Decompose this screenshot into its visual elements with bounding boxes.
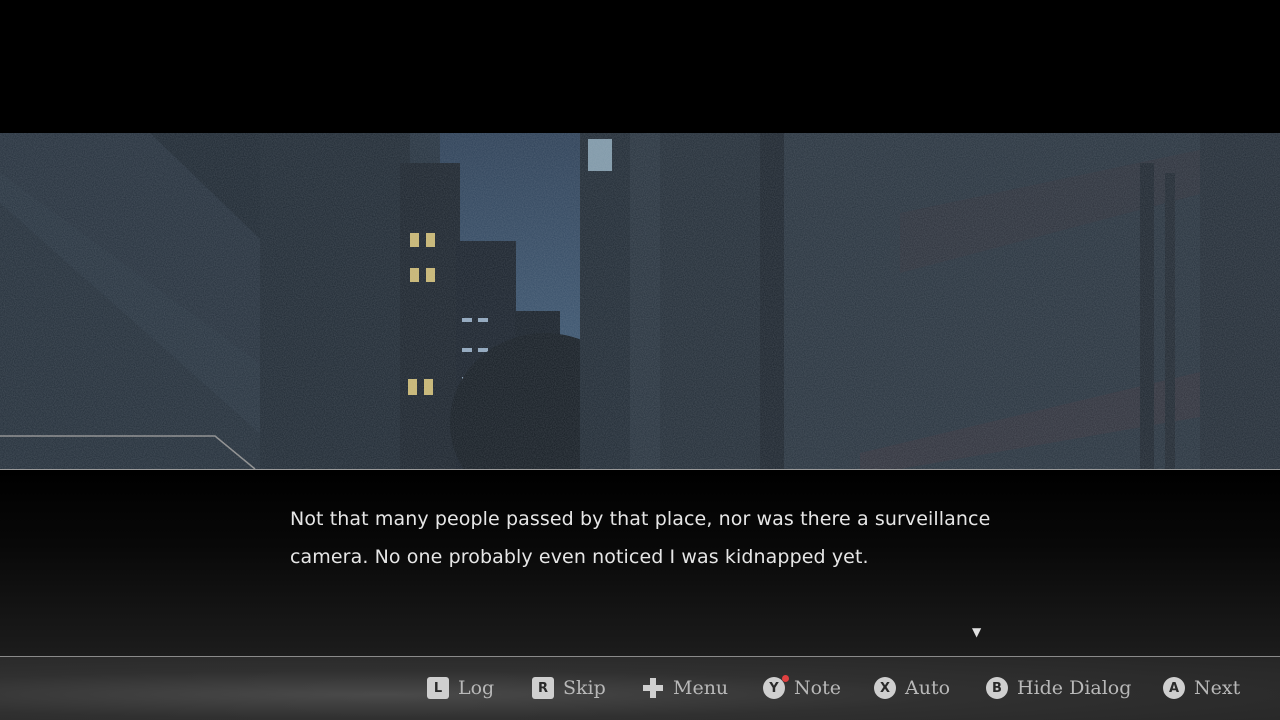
background-scene-city-night <box>0 133 1280 469</box>
b-button-icon: B <box>986 677 1008 699</box>
letterbox-top <box>0 0 1280 133</box>
menu-button[interactable]: Menu <box>642 675 728 701</box>
advance-arrow-icon: ▼ <box>972 625 982 639</box>
hide-dialog-label: Hide Dialog <box>1017 677 1132 699</box>
skip-label: Skip <box>563 677 606 699</box>
dialog-text: Not that many people passed by that plac… <box>290 500 1010 576</box>
y-button-glyph: Y <box>769 680 779 696</box>
note-button[interactable]: Y Note <box>763 675 841 701</box>
note-label: Note <box>794 677 841 699</box>
y-button-icon: Y <box>763 675 789 699</box>
auto-button[interactable]: X Auto <box>874 675 950 701</box>
note-alert-icon <box>782 675 789 682</box>
next-button[interactable]: A Next <box>1163 675 1240 701</box>
log-label: Log <box>458 677 495 699</box>
control-hints-bar: L Log R Skip Menu Y Note X Auto B Hide D… <box>0 656 1280 720</box>
dialog-line-1: Not that many people passed by that plac… <box>290 508 991 530</box>
skip-button[interactable]: R Skip <box>532 675 606 701</box>
plus-button-icon <box>642 677 664 699</box>
hide-dialog-button[interactable]: B Hide Dialog <box>986 675 1131 701</box>
log-button[interactable]: L Log <box>427 675 494 701</box>
auto-label: Auto <box>905 677 951 699</box>
l-button-icon: L <box>427 677 449 699</box>
menu-label: Menu <box>673 677 729 699</box>
a-button-icon: A <box>1163 677 1185 699</box>
next-label: Next <box>1194 677 1241 699</box>
scene-illustration <box>0 133 1280 469</box>
dialog-line-2: camera. No one probably even noticed I w… <box>290 546 869 568</box>
dialog-box[interactable]: Not that many people passed by that plac… <box>0 469 1280 656</box>
x-button-icon: X <box>874 677 896 699</box>
r-button-icon: R <box>532 677 554 699</box>
